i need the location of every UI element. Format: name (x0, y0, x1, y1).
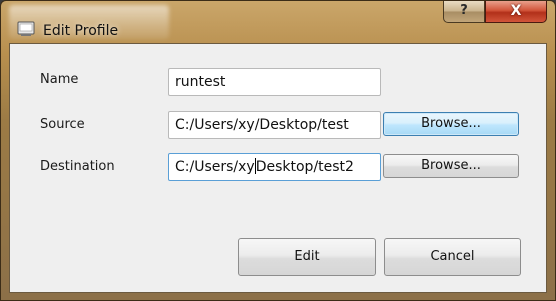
cancel-button[interactable]: Cancel (384, 238, 521, 276)
close-button[interactable]: X (485, 1, 547, 23)
destination-browse-button[interactable]: Browse... (383, 154, 519, 178)
title-bar[interactable]: Edit Profile ? X (1, 1, 555, 43)
app-window-icon (17, 21, 35, 36)
destination-text-after-caret: Desktop/test2 (255, 159, 354, 175)
name-label: Name (40, 72, 79, 87)
edit-profile-dialog: Edit Profile ? X Name runtest Source C:/… (0, 0, 556, 301)
source-field[interactable]: C:/Users/xy/Desktop/test (168, 111, 381, 139)
dialog-title: Edit Profile (43, 23, 119, 39)
dialog-client-area: Name runtest Source C:/Users/xy/Desktop/… (9, 43, 547, 293)
source-browse-button[interactable]: Browse... (383, 112, 519, 136)
destination-label: Destination (40, 159, 115, 174)
edit-button[interactable]: Edit (238, 238, 376, 276)
name-field[interactable]: runtest (168, 68, 381, 96)
source-label: Source (40, 117, 85, 132)
destination-text-before-caret: C:/Users/xy (175, 159, 255, 175)
destination-field[interactable]: C:/Users/xyDesktop/test2 (168, 153, 381, 181)
help-button[interactable]: ? (443, 1, 485, 23)
